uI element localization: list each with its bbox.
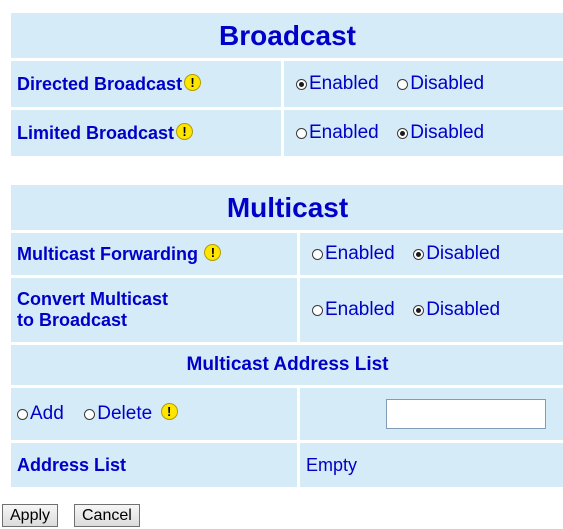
radio-label: Enabled [309,73,379,94]
delete-radio[interactable]: Delete [84,403,152,425]
directed-broadcast-options: Enabled Disabled [284,61,563,107]
radio-selected-icon[interactable] [397,127,409,139]
radio-label: Disabled [410,122,485,143]
radio-unselected-icon[interactable] [312,248,323,260]
multicast-address-input[interactable] [386,399,546,429]
address-list-label: Address List [17,454,127,475]
cancel-button[interactable]: Cancel [74,504,140,527]
multicast-address-list-header: Multicast Address List [11,345,563,385]
convert-multicast-label-cell: Convert Multicast to Broadcast [11,278,297,342]
limited-broadcast-disabled-radio[interactable]: Disabled [397,122,484,144]
directed-broadcast-label-cell: Directed Broadcast! [11,61,281,107]
warning-icon[interactable]: ! [204,243,222,261]
convert-multicast-disabled-radio[interactable]: Disabled [413,299,500,321]
multicast-title: Multicast [11,185,563,230]
limited-broadcast-options: Enabled Disabled [284,110,563,156]
radio-unselected-icon[interactable] [397,78,409,90]
radio-unselected-icon[interactable] [296,127,307,139]
radio-label: Disabled [410,73,485,94]
radio-label: Add [30,403,64,424]
apply-button[interactable]: Apply [2,504,59,527]
broadcast-title: Broadcast [11,13,563,58]
radio-label: Delete [97,403,153,424]
convert-multicast-enabled-radio[interactable]: Enabled [312,299,395,321]
address-action-cell: Add Delete ! [11,388,297,440]
convert-multicast-label-line1: Convert Multicast [17,289,169,309]
limited-broadcast-enabled-radio[interactable]: Enabled [296,122,379,144]
convert-multicast-label-line2: to Broadcast [17,310,128,330]
address-list-value-cell: Empty [300,443,563,487]
directed-broadcast-label: Directed Broadcast [17,73,183,94]
add-radio[interactable]: Add [17,403,64,425]
radio-unselected-icon[interactable] [312,304,323,316]
multicast-forwarding-label: Multicast Forwarding [17,243,199,264]
radio-label: Disabled [426,243,501,264]
radio-label: Disabled [426,299,501,320]
radio-selected-icon[interactable] [413,248,425,260]
radio-unselected-icon[interactable] [84,408,96,420]
multicast-forwarding-enabled-radio[interactable]: Enabled [312,243,395,265]
address-list-label-cell: Address List [11,443,297,487]
convert-multicast-options: Enabled Disabled [300,278,563,342]
radio-selected-icon[interactable] [296,78,307,90]
warning-icon[interactable]: ! [184,73,202,91]
warning-icon[interactable]: ! [176,122,194,140]
address-input-cell [300,388,563,440]
radio-label: Enabled [325,299,395,320]
multicast-forwarding-options: Enabled Disabled [300,233,563,275]
address-list-value: Empty [306,454,358,475]
multicast-forwarding-disabled-radio[interactable]: Disabled [413,243,500,265]
broadcast-panel: Broadcast Directed Broadcast! Enabled Di… [8,10,563,159]
radio-label: Enabled [309,122,379,143]
limited-broadcast-label: Limited Broadcast [17,122,175,143]
radio-label: Enabled [325,243,395,264]
radio-unselected-icon[interactable] [17,408,28,420]
directed-broadcast-enabled-radio[interactable]: Enabled [296,73,379,95]
warning-icon[interactable]: ! [160,403,178,420]
multicast-panel: Multicast Multicast Forwarding ! Enabled… [8,182,563,490]
limited-broadcast-label-cell: Limited Broadcast! [11,110,281,156]
radio-selected-icon[interactable] [413,304,425,316]
directed-broadcast-disabled-radio[interactable]: Disabled [397,73,484,95]
multicast-forwarding-label-cell: Multicast Forwarding ! [11,233,297,275]
